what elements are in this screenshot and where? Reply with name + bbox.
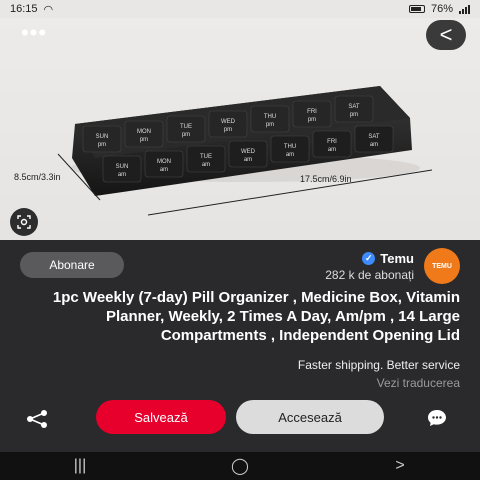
lens-glyph (17, 215, 31, 229)
recents-icon[interactable]: ||| (65, 457, 95, 475)
visual-search-icon[interactable] (10, 208, 38, 236)
avatar[interactable]: TEMU (424, 248, 460, 284)
compartment-time-label: pm (182, 132, 190, 138)
compartment-day-label: WED (241, 149, 256, 155)
compartment-time-label: pm (350, 112, 358, 118)
compartment-time-label: pm (308, 117, 316, 123)
depth-dimension-label: 8.5cm/3.3in (14, 172, 61, 182)
compartment-time-label: am (286, 152, 294, 158)
compartment-time-label: am (160, 167, 168, 173)
compartment-day-label: WED (221, 119, 236, 125)
back-glyph: < (439, 22, 453, 47)
share-icon[interactable] (26, 410, 48, 428)
follower-count: 282 k de abonați (325, 267, 414, 282)
pin-details: Abonare ✓ Temu 282 k de abonați TEMU 1pc… (0, 240, 480, 452)
compartment-day-label: THU (284, 144, 296, 150)
visit-button[interactable]: Accesează (236, 400, 384, 434)
width-dimension-label: 17.5cm/6.9in (300, 174, 352, 184)
compartment-day-label: TUE (200, 154, 212, 160)
action-row: Salvează Accesează (0, 398, 480, 438)
product-tagline: Faster shipping. Better service (297, 358, 460, 372)
home-icon[interactable]: ◯ (225, 456, 255, 476)
compartment-day-label: SUN (96, 134, 109, 140)
battery-icon (408, 5, 425, 13)
battery-percent: 76% (430, 3, 453, 15)
compartment-time-label: pm (224, 127, 232, 133)
signal-icon (459, 4, 470, 14)
compartment-time-label: pm (266, 122, 274, 128)
compartment-day-label: SAT (368, 134, 380, 140)
back-icon[interactable]: < (426, 20, 466, 50)
system-nav-bar: ||| ◯ > (0, 452, 480, 480)
compartment-day-label: SUN (116, 164, 129, 170)
translate-link[interactable]: Vezi traducerea (377, 376, 460, 390)
compartment-time-label: am (370, 142, 378, 148)
back-nav-icon[interactable]: > (385, 457, 415, 475)
clock: 16:15 (10, 3, 38, 15)
status-bar: 16:15 ◠ 76% (0, 0, 480, 18)
compartment-time-label: am (328, 147, 336, 153)
compartment-day-label: MON (137, 129, 151, 135)
pill-organizer-image: SAT pm FRI pm THU pm WED pm TUE pm MON pm SUN pm SAT a… (57, 86, 433, 216)
compartment-time-label: pm (140, 137, 148, 143)
product-title: 1pc Weekly (7-day) Pill Organizer , Medi… (52, 289, 460, 344)
compartment-day-label: SAT (348, 104, 360, 110)
compartment-time-label: pm (98, 142, 106, 148)
more-glyph: ••• (20, 20, 48, 45)
compartment-time-label: am (244, 157, 252, 163)
comment-icon[interactable] (426, 408, 448, 428)
seller-block[interactable]: ✓ Temu 282 k de abonați TEMU (325, 248, 460, 284)
follow-button[interactable]: Abonare (20, 252, 124, 278)
compartment-time-label: am (118, 172, 126, 178)
product-image[interactable]: SAT pm FRI pm THU pm WED pm TUE pm MON pm SUN pm SAT a… (0, 18, 480, 240)
wifi-icon: ◠ (43, 3, 54, 16)
save-button[interactable]: Salvează (96, 400, 226, 434)
compartment-day-label: FRI (307, 109, 317, 115)
compartment-day-label: THU (264, 114, 276, 120)
more-icon[interactable]: ••• (20, 20, 48, 45)
compartment-day-label: TUE (180, 124, 192, 130)
seller-name[interactable]: Temu (380, 251, 414, 266)
compartment-day-label: FRI (327, 139, 337, 145)
compartment-day-label: MON (157, 159, 171, 165)
verified-icon: ✓ (362, 251, 376, 265)
compartment-time-label: am (202, 162, 210, 168)
